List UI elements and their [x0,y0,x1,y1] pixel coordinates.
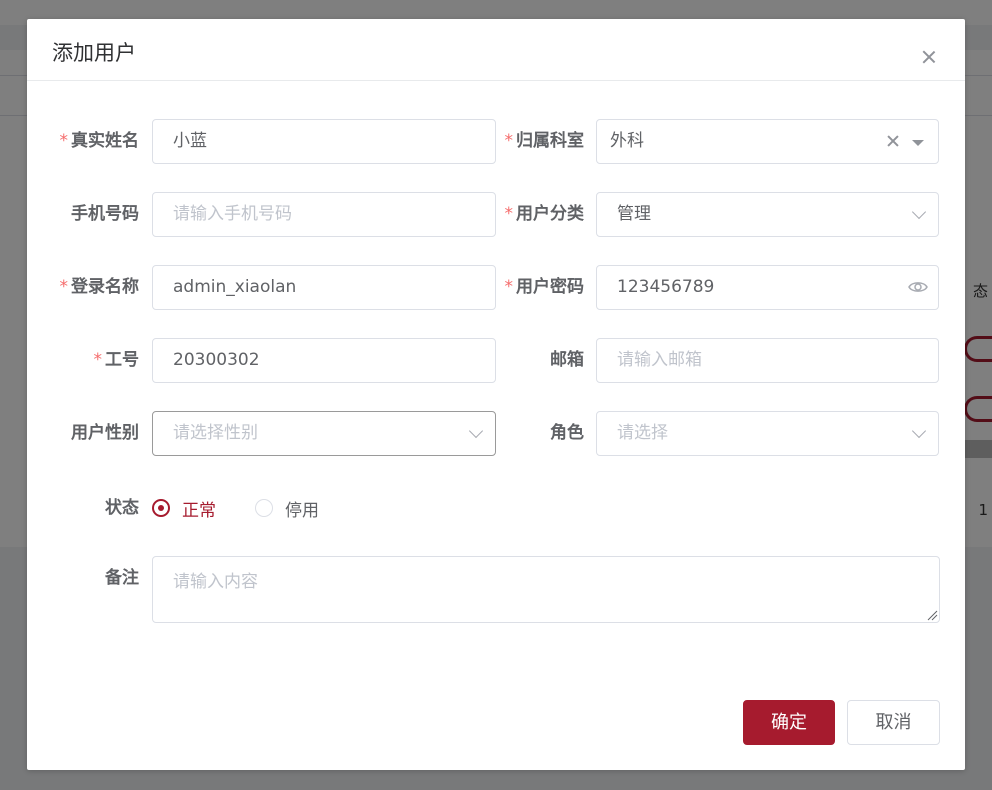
department-label: * 归属科室 [504,131,585,151]
radio-unchecked-icon [255,499,273,517]
required-mark: * [504,204,514,224]
resize-handle-icon[interactable] [926,609,938,621]
required-mark: * [504,277,514,297]
chevron-down-icon [468,423,484,439]
role-label: 角色 [550,423,584,443]
user-category-label: * 用户分类 [504,204,585,224]
cancel-button[interactable]: 取消 [847,700,940,745]
status-label: 状态 [105,498,139,518]
add-user-dialog: 添加用户 * 真实姓名 小蓝 * 归属科室 外科 手机号码 请输入手机号码 * 用户分… [27,19,965,770]
phone-label: 手机号码 [71,204,139,224]
dialog-title: 添加用户 [52,41,136,65]
role-select[interactable]: 请选择 [596,411,939,456]
status-radio-disabled[interactable]: 停用 [255,497,319,521]
chevron-down-icon [911,423,927,439]
eye-icon[interactable] [908,278,928,296]
remark-label: 备注 [105,568,139,588]
required-mark: * [93,350,103,370]
gender-label: 用户性别 [71,423,139,443]
radio-label: 停用 [285,500,319,521]
chevron-down-icon [911,204,927,220]
password-label: * 用户密码 [504,277,585,297]
required-mark: * [59,277,69,297]
radio-label: 正常 [182,500,216,521]
password-input[interactable]: 123456789 [596,265,939,310]
phone-input[interactable]: 请输入手机号码 [152,192,496,237]
remark-textarea[interactable] [152,556,940,623]
department-select[interactable]: 外科 [596,119,939,164]
close-icon[interactable] [920,48,938,66]
login-name-label: * 登录名称 [59,277,140,297]
email-input[interactable]: 请输入邮箱 [596,338,939,383]
real-name-label: * 真实姓名 [59,131,140,151]
required-mark: * [59,131,69,151]
dialog-header: 添加用户 [27,19,965,81]
employee-no-input[interactable]: 20300302 [152,338,496,383]
employee-no-label: * 工号 [93,350,140,370]
gender-select[interactable]: 请选择性别 [152,411,496,456]
caret-down-icon [912,140,924,146]
login-name-input[interactable]: admin_xiaolan [152,265,496,310]
email-label: 邮箱 [550,350,584,370]
clear-icon[interactable] [886,134,900,148]
confirm-button[interactable]: 确定 [743,700,835,745]
status-radio-normal[interactable]: 正常 [152,497,216,521]
radio-checked-icon [152,499,170,517]
user-category-select[interactable]: 管理 [596,192,939,237]
real-name-input[interactable]: 小蓝 [152,119,496,164]
required-mark: * [504,131,514,151]
